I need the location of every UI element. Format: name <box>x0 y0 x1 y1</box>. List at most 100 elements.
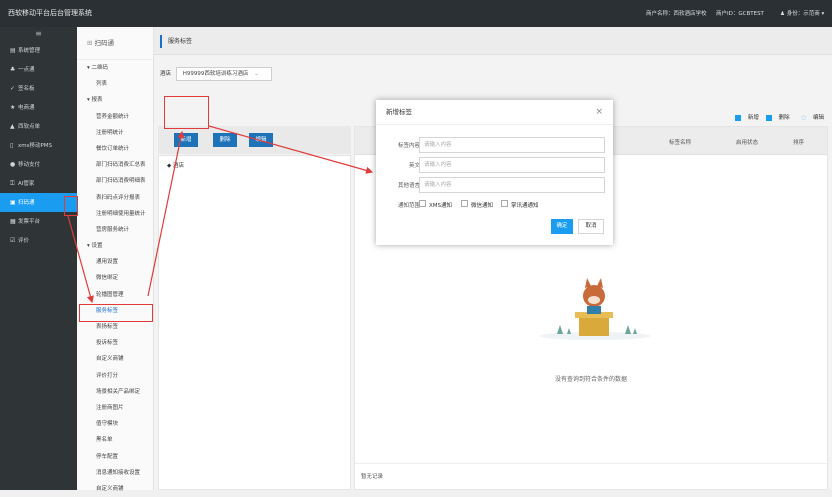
checkbox-label: XMS通知 <box>429 203 453 209</box>
submenu-item[interactable]: 投诉标签 <box>77 335 153 351</box>
list-icon: ▤ <box>10 47 16 54</box>
phone-icon: ▯ <box>10 142 14 149</box>
sidebar-item-review[interactable]: ☑ 评价 <box>0 231 77 250</box>
submenu-item[interactable]: 营房服务统计 <box>77 222 153 238</box>
submenu-item[interactable]: 评价打分 <box>77 368 153 384</box>
submenu-item[interactable]: 轮播图管理 <box>77 287 153 303</box>
submenu-item[interactable]: 通用设置 <box>77 254 153 270</box>
tool-delete[interactable]: 删除 <box>765 114 790 121</box>
tag-content-input[interactable] <box>419 137 605 153</box>
add-button[interactable]: 新增 <box>174 133 198 147</box>
submenu-item[interactable]: 值守模块 <box>77 416 153 432</box>
submenu-item[interactable]: 自定义商铺 <box>77 481 153 497</box>
submenu-item[interactable]: 部门扫码消费汇总表 <box>77 157 153 173</box>
add-icon <box>734 114 741 121</box>
submenu-item[interactable]: 注册商图片 <box>77 400 153 416</box>
sidebar-item-pms[interactable]: ▯ xms移动PMS <box>0 136 77 155</box>
hotel-filter-label: 酒店 <box>160 71 172 77</box>
tab-bar: 服务标签 <box>154 27 832 55</box>
edit-icon: ◌ <box>801 115 808 121</box>
submenu-item[interactable]: 停车配置 <box>77 449 153 465</box>
highlight-sidebar-scan <box>64 196 78 216</box>
doc-icon: ▦ <box>10 218 16 225</box>
edit-button[interactable]: 编辑 <box>249 133 273 147</box>
field-row-other-language: 其他语言 <box>376 177 613 193</box>
field-label: 通知范围 <box>397 203 420 209</box>
submenu-title: ⊞ 扫码通 <box>77 27 153 60</box>
sidebar-item-ecommerce[interactable]: ★ 电商通 <box>0 98 77 117</box>
submenu-item[interactable]: 场景相关产品绑定 <box>77 384 153 400</box>
triangle-icon: ▲ <box>10 123 15 130</box>
edit-icon: ☑ <box>10 237 16 244</box>
app-title: 西软移动平台后台管理系统 <box>8 9 92 17</box>
submenu-item[interactable]: 消息通知接收设置 <box>77 465 153 481</box>
checkbox-label: 掌讯通通知 <box>511 203 539 209</box>
tool-add[interactable]: 新增 <box>734 114 759 121</box>
thumb-icon: ♣ <box>10 66 16 73</box>
user-menu[interactable]: ♟ 身份：示范商 ▾ <box>780 9 824 17</box>
submenu: ⊞ 扫码通 ▾ 二维码 列表 ▾ 报表 营养金额统计 注册明统计 餐饮订单统计 … <box>77 27 154 492</box>
dialog-title: 新增标签 <box>386 108 412 116</box>
add-tag-dialog: 新增标签 × 标签内容 英文 其他语言 通知范围 XMS通知 微信通知 掌讯通通… <box>376 100 613 245</box>
main-content: 服务标签 酒店 H99999西软培训练习酒店 ⌄ 新增 删除 ◌ 编辑 新增 删… <box>154 27 832 490</box>
hotel-select[interactable]: H99999西软培训练习酒店 ⌄ <box>175 67 272 81</box>
qr-icon: ⊞ <box>87 39 95 47</box>
submenu-item[interactable]: 微信绑定 <box>77 270 153 286</box>
merchant-name: 商户名称：西软酒店学校 <box>646 11 707 17</box>
sidebar-item-ai[interactable]: ⚿ AI管家 <box>0 174 77 193</box>
checkbox-label: 微信通知 <box>471 203 494 209</box>
tool-edit[interactable]: ◌ 编辑 <box>796 115 824 121</box>
submenu-item[interactable]: 表扫码点评分报表 <box>77 190 153 206</box>
hotel-tree: ◆ 酒店 <box>158 155 351 490</box>
submenu-item[interactable]: 餐饮订单统计 <box>77 141 153 157</box>
chevron-down-icon: ⌄ <box>254 71 259 77</box>
qr-icon: ▣ <box>10 199 16 206</box>
submenu-item[interactable]: 部门扫码消费明细表 <box>77 173 153 189</box>
column-header: 标签名称 <box>669 140 692 146</box>
tab-service-tags[interactable]: 服务标签 <box>160 35 192 48</box>
submenu-item[interactable]: 营养金额统计 <box>77 109 153 125</box>
zhangxuntong-notify-checkbox[interactable] <box>501 200 508 207</box>
sidebar-item-signature[interactable]: ✓ 签名板 <box>0 79 77 98</box>
english-input[interactable] <box>419 157 605 173</box>
highlight-add-button <box>164 96 209 129</box>
submenu-group[interactable]: ▾ 二维码 <box>77 60 153 76</box>
sidebar-item-system[interactable]: ▤ 系统管理 <box>0 41 77 60</box>
toolbar-links: 新增 删除 ◌ 编辑 <box>730 113 824 121</box>
xms-notify-checkbox[interactable] <box>419 200 426 207</box>
submenu-item[interactable]: 列表 <box>77 76 153 92</box>
field-row-english: 英文 <box>376 157 613 173</box>
submenu-item[interactable]: 自定义商铺 <box>77 351 153 367</box>
star-icon: ★ <box>10 104 16 111</box>
pen-icon: ✓ <box>10 85 16 92</box>
dialog-header: 新增标签 × <box>376 100 613 125</box>
tree-node-hotel[interactable]: ◆ 酒店 <box>167 161 184 169</box>
sidebar-item-yidiantong[interactable]: ♣ 一点通 <box>0 60 77 79</box>
sidebar-item-order[interactable]: ▲ 西软点单 <box>0 117 77 136</box>
highlight-service-tags <box>79 304 153 322</box>
field-row-content: 标签内容 <box>376 137 613 153</box>
user-menu-label: 身份：示范商 <box>786 11 820 17</box>
empty-message: 没有查询到符合条件的数据 <box>554 376 627 383</box>
top-bar: 西软移动平台后台管理系统 商户名称：西软酒店学校 商户ID：GCBTEST ♟ … <box>0 0 832 27</box>
confirm-button[interactable]: 确定 <box>551 219 573 234</box>
delete-button[interactable]: 删除 <box>213 133 237 147</box>
notify-scope: 通知范围 XMS通知 微信通知 掌讯通通知 <box>376 200 613 210</box>
submenu-group[interactable]: ▾ 设置 <box>77 238 153 254</box>
column-header: 启用状态 <box>736 140 759 146</box>
hotel-filter: 酒店 H99999西软培训练习酒店 ⌄ <box>160 67 272 81</box>
column-header: 排序 <box>793 140 805 146</box>
submenu-item[interactable]: 黑名单 <box>77 432 153 448</box>
wechat-notify-checkbox[interactable] <box>461 200 468 207</box>
cancel-button[interactable]: 取消 <box>578 219 604 234</box>
field-label: 标签内容 <box>397 143 420 149</box>
submenu-item[interactable]: 注册明统计 <box>77 125 153 141</box>
sidebar-item-payment[interactable]: ● 移动支付 <box>0 155 77 174</box>
sidebar: ≡ ▤ 系统管理 ♣ 一点通 ✓ 签名板 ★ 电商通 ▲ 西软点单 ▯ xms移动PMS ●… <box>0 27 77 490</box>
close-icon[interactable]: × <box>595 100 603 125</box>
submenu-item[interactable]: 注册明细使用量统计 <box>77 206 153 222</box>
other-language-input[interactable] <box>419 177 605 193</box>
field-label: 其他语言 <box>397 183 420 189</box>
menu-icon[interactable]: ≡ <box>0 27 77 41</box>
submenu-group[interactable]: ▾ 报表 <box>77 92 153 108</box>
